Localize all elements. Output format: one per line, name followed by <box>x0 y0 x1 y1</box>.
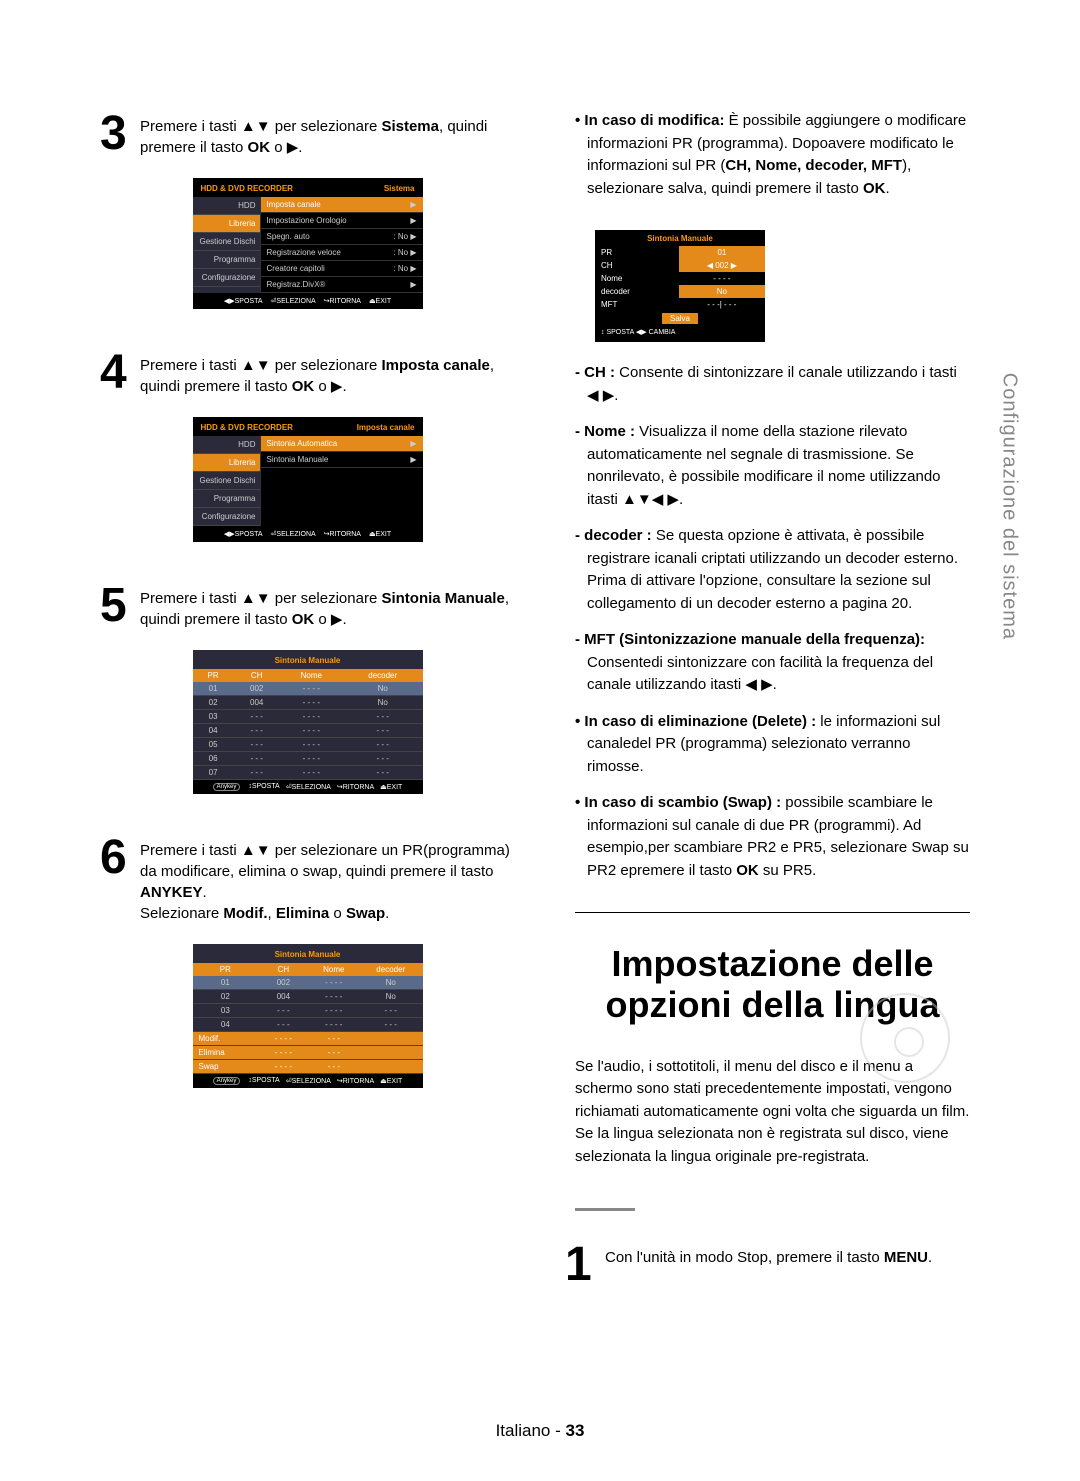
def-decoder: - decoder : Se questa opzione è attivata… <box>575 525 970 615</box>
osd-sintonia-manuale-list: Sintonia Manuale PRCHNomedecoder 01002- … <box>193 650 423 794</box>
side-tab: Configurazione del sistema <box>997 373 1020 640</box>
step-number: 6 <box>100 834 140 882</box>
step-number: 5 <box>100 582 140 630</box>
page-footer: Italiano - 33 <box>0 1421 1080 1441</box>
step-number: 4 <box>100 349 140 397</box>
step-text: Premere i tasti ▲▼ per selezionare Siste… <box>140 110 515 158</box>
section-title-line1: Impostazione delle <box>565 943 980 984</box>
def-swap: • In caso di scambio (Swap) : possibile … <box>575 792 970 882</box>
step-text: Con l'unità in modo Stop, premere il tas… <box>605 1241 932 1268</box>
left-column: 3 Premere i tasti ▲▼ per selezionare Sis… <box>100 110 515 1309</box>
osd-imposta-canale: HDD & DVD RECORDERImposta canale HDD Lib… <box>193 417 423 542</box>
step-1-lang: 1 Con l'unità in modo Stop, premere il t… <box>565 1241 980 1289</box>
step-5: 5 Premere i tasti ▲▼ per selezionare Sin… <box>100 582 515 630</box>
step-text: Premere i tasti ▲▼ per selezionare un PR… <box>140 834 515 924</box>
step-4: 4 Premere i tasti ▲▼ per selezionare Imp… <box>100 349 515 397</box>
step-text: Premere i tasti ▲▼ per selezionare Impos… <box>140 349 515 397</box>
disc-icon <box>860 993 950 1083</box>
step-number: 3 <box>100 110 140 158</box>
step-number: 1 <box>565 1241 605 1289</box>
def-nome: - Nome : Visualizza il nome della stazio… <box>575 421 970 511</box>
separator <box>575 912 970 913</box>
step-3: 3 Premere i tasti ▲▼ per selezionare Sis… <box>100 110 515 158</box>
step-text: Premere i tasti ▲▼ per selezionare Sinto… <box>140 582 515 630</box>
section-title-block: Impostazione delle opzioni della lingua <box>565 943 980 1026</box>
bullet-modifica: • In caso di modifica: È possibile aggiu… <box>575 110 970 200</box>
osd-sintonia-manuale-edit: Sintonia Manuale PR01 CH◀ 002 ▶ Nome- - … <box>595 230 765 342</box>
osd-sintonia-manuale-menu: Sintonia Manuale PRCHNomedecoder 01002- … <box>193 944 423 1088</box>
step-6: 6 Premere i tasti ▲▼ per selezionare un … <box>100 834 515 924</box>
separator <box>575 1208 635 1211</box>
def-mft: - MFT (Sintonizzazione manuale della fre… <box>575 629 970 697</box>
page-content: 3 Premere i tasti ▲▼ per selezionare Sis… <box>0 0 1080 1359</box>
osd-sistema: HDD & DVD RECORDERSistema HDD Libreria G… <box>193 178 423 309</box>
def-ch: - CH : Consente di sintonizzare il canal… <box>575 362 970 407</box>
def-delete: • In caso di eliminazione (Delete) : le … <box>575 711 970 779</box>
right-column: • In caso di modifica: È possibile aggiu… <box>565 110 980 1309</box>
